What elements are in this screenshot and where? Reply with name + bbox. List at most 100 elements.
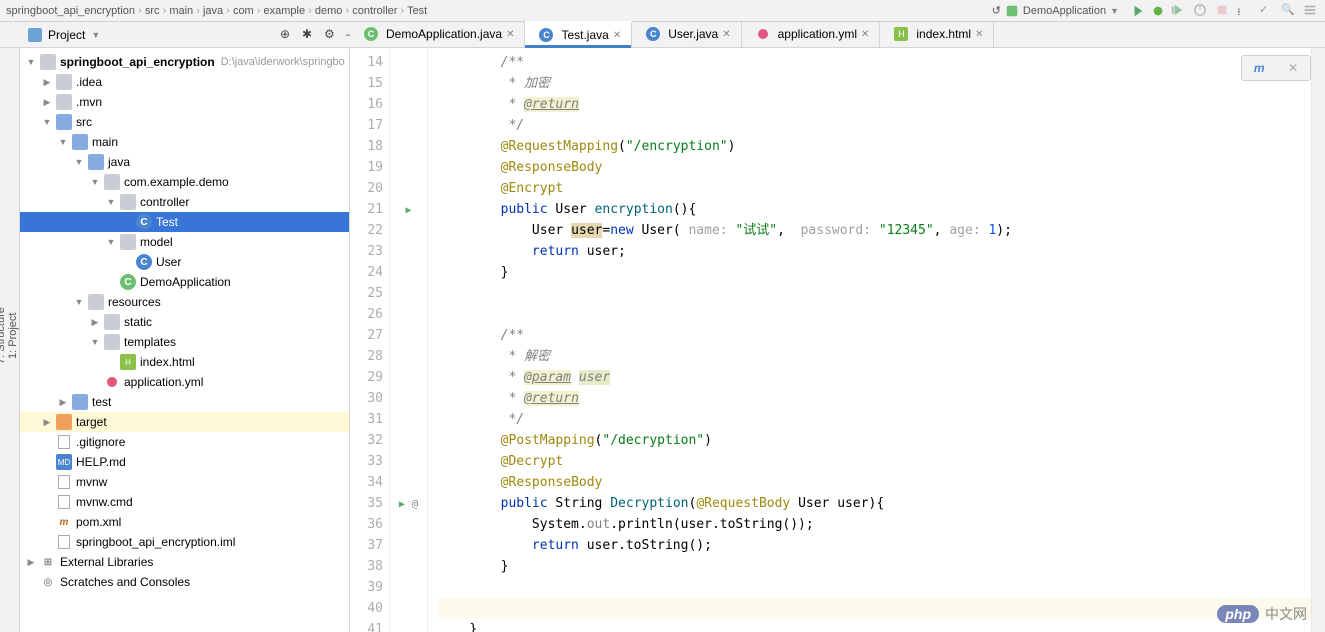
code-line[interactable]: */ [438, 115, 1311, 136]
tree-node[interactable]: ▼ java [20, 152, 349, 172]
chevron-icon[interactable]: ▼ [74, 297, 84, 307]
project-tree[interactable]: ▼ springboot_api_encryption D:\java\ider… [20, 48, 350, 632]
chevron-icon[interactable]: ▶ [26, 557, 36, 568]
code-line[interactable] [438, 577, 1311, 598]
run-line-icon[interactable]: ▶ [405, 205, 411, 216]
tree-node[interactable]: ▶ static [20, 312, 349, 332]
code-line[interactable]: } [438, 262, 1311, 283]
breadcrumb-item[interactable]: demo [315, 5, 343, 17]
gear-icon[interactable]: ⚙ [324, 27, 340, 43]
code-line[interactable]: @ResponseBody [438, 472, 1311, 493]
close-icon[interactable]: ✕ [861, 29, 869, 40]
code-line[interactable]: @Encrypt [438, 178, 1311, 199]
chevron-icon[interactable]: ▼ [74, 157, 84, 167]
tree-node[interactable]: ▼ templates [20, 332, 349, 352]
code-line[interactable]: return user.toString(); [438, 535, 1311, 556]
chevron-icon[interactable]: ▼ [106, 237, 116, 247]
override-icon[interactable]: @ [412, 497, 419, 510]
code-line[interactable]: @Decrypt [438, 451, 1311, 472]
run-line-icon[interactable]: ▶ [399, 499, 405, 510]
editor-tab[interactable]: application.yml✕ [742, 21, 881, 47]
close-icon[interactable]: ✕ [506, 29, 514, 40]
tree-node[interactable]: MD HELP.md [20, 452, 349, 472]
tree-node[interactable]: C DemoApplication [20, 272, 349, 292]
git-commit-icon[interactable]: ✓ [1259, 3, 1275, 19]
debug-icon[interactable] [1151, 4, 1165, 18]
tree-node[interactable]: ▼ src [20, 112, 349, 132]
coverage-icon[interactable] [1171, 3, 1187, 19]
code-line[interactable]: @PostMapping("/decryption") [438, 430, 1311, 451]
error-stripe[interactable] [1311, 48, 1325, 632]
code-line[interactable]: return user; [438, 241, 1311, 262]
chevron-icon[interactable]: ▼ [90, 177, 100, 187]
inspection-widget[interactable]: m ✕ [1241, 55, 1311, 81]
code-line[interactable]: */ [438, 409, 1311, 430]
tree-node[interactable]: ▼ controller [20, 192, 349, 212]
tree-node[interactable]: ▼ springboot_api_encryption D:\java\ider… [20, 52, 349, 72]
code-area[interactable]: /** * 加密 * @return */ @RequestMapping("/… [428, 48, 1311, 632]
dropdown-icon[interactable]: ▼ [91, 30, 100, 40]
tree-node[interactable]: ▼ com.example.demo [20, 172, 349, 192]
code-line[interactable]: } [438, 619, 1311, 632]
select-opened-icon[interactable]: ⊕ [280, 27, 296, 43]
chevron-icon[interactable]: ▼ [58, 137, 68, 147]
close-icon[interactable]: ✕ [722, 29, 730, 40]
chevron-icon[interactable]: ▶ [42, 97, 52, 108]
code-line[interactable]: * @param user [438, 367, 1311, 388]
editor-tab[interactable]: Hindex.html✕ [880, 21, 994, 47]
breadcrumb-item[interactable]: java [203, 5, 223, 17]
code-line[interactable]: /** [438, 52, 1311, 73]
code-line[interactable]: System.out.println(user.toString()); [438, 514, 1311, 535]
chevron-icon[interactable]: ▼ [42, 117, 52, 127]
breadcrumb-item[interactable]: Test [407, 5, 427, 17]
tree-node[interactable]: ▶ .mvn [20, 92, 349, 112]
code-line[interactable]: User user=new User( name: "试试", password… [438, 220, 1311, 241]
tree-node[interactable]: C Test [20, 212, 349, 232]
tree-node[interactable]: ▶ target [20, 412, 349, 432]
tree-node[interactable]: ▼ model [20, 232, 349, 252]
search-icon[interactable]: 🔍 [1281, 3, 1297, 19]
code-line[interactable] [438, 598, 1311, 619]
tree-node[interactable]: springboot_api_encryption.iml [20, 532, 349, 552]
stop-icon[interactable] [1215, 3, 1231, 19]
code-line[interactable] [438, 304, 1311, 325]
chevron-icon[interactable]: ▼ [90, 337, 100, 347]
code-line[interactable] [438, 283, 1311, 304]
breadcrumb-item[interactable]: com [233, 5, 254, 17]
breadcrumb-item[interactable]: src [145, 5, 160, 17]
close-icon[interactable]: ✕ [1288, 61, 1298, 75]
editor-tab[interactable]: CTest.java✕ [525, 21, 632, 47]
settings-icon[interactable] [1303, 3, 1319, 19]
code-line[interactable]: * 解密 [438, 346, 1311, 367]
tree-node[interactable]: ▶ test [20, 392, 349, 412]
code-line[interactable]: public String Decryption(@RequestBody Us… [438, 493, 1311, 514]
code-line[interactable]: } [438, 556, 1311, 577]
breadcrumb-item[interactable]: main [169, 5, 193, 17]
tool-tab-project[interactable]: 1: Project [7, 52, 19, 620]
code-line[interactable]: /** [438, 325, 1311, 346]
editor-tab[interactable]: CUser.java✕ [632, 21, 741, 47]
code-line[interactable]: * @return [438, 94, 1311, 115]
tree-node[interactable]: ▼ main [20, 132, 349, 152]
git-update-icon[interactable]: ⭳ [1237, 3, 1253, 19]
code-line[interactable]: * 加密 [438, 73, 1311, 94]
code-line[interactable]: @RequestMapping("/encryption") [438, 136, 1311, 157]
editor-tab[interactable]: CDemoApplication.java✕ [350, 21, 525, 47]
run-config-selector[interactable]: ↺ DemoApplication ▼ [992, 4, 1119, 18]
code-line[interactable]: @ResponseBody [438, 157, 1311, 178]
chevron-icon[interactable]: ▶ [42, 77, 52, 88]
collapse-icon[interactable]: ✱ [302, 27, 318, 43]
chevron-icon[interactable]: ▶ [42, 417, 52, 428]
code-line[interactable]: * @return [438, 388, 1311, 409]
tree-node[interactable]: m pom.xml [20, 512, 349, 532]
breadcrumb-item[interactable]: springboot_api_encryption [6, 5, 135, 17]
chevron-icon[interactable]: ▼ [106, 197, 116, 207]
chevron-icon[interactable]: ▼ [26, 57, 36, 67]
tree-node[interactable]: ◎ Scratches and Consoles [20, 572, 349, 592]
tree-node[interactable]: application.yml [20, 372, 349, 392]
close-icon[interactable]: ✕ [975, 29, 983, 40]
project-tool-label[interactable]: Project [48, 28, 85, 42]
code-line[interactable]: public User encryption(){ [438, 199, 1311, 220]
tree-node[interactable]: ▼ resources [20, 292, 349, 312]
breadcrumb-item[interactable]: example [264, 5, 306, 17]
